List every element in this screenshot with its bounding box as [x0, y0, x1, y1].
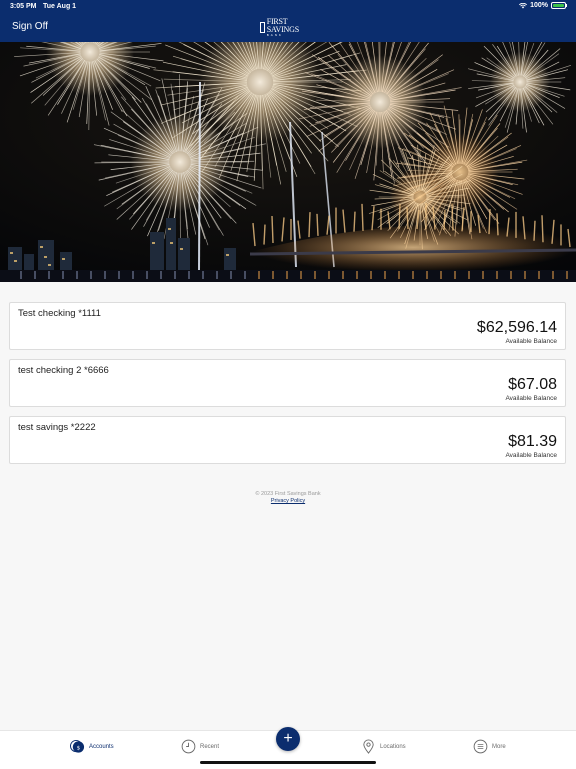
- available-balance-label: Available Balance: [505, 452, 557, 459]
- bank-logo: FIRST SAVINGS BANK: [260, 20, 316, 34]
- status-date: Tue Aug 1: [43, 3, 76, 10]
- tab-more[interactable]: More: [473, 739, 506, 754]
- battery-icon: [551, 2, 566, 9]
- tab-accounts[interactable]: $ Accounts: [70, 739, 114, 754]
- account-card[interactable]: Test checking *1111 $62,596.14 Available…: [9, 302, 566, 350]
- account-name: Test checking *1111: [18, 308, 101, 319]
- account-balance: $81.39: [508, 433, 557, 451]
- tab-label: Accounts: [89, 744, 114, 750]
- privacy-policy-row: Privacy Policy: [0, 498, 576, 504]
- account-balance: $67.08: [508, 376, 557, 394]
- status-time: 3:05 PM: [10, 3, 36, 10]
- top-bar: 3:05 PM Tue Aug 1 100% Sign Off FIRST SA…: [0, 0, 576, 42]
- tab-label: Locations: [380, 744, 406, 750]
- wifi-icon: [519, 3, 527, 9]
- account-name: test checking 2 *6666: [18, 365, 109, 376]
- logo-text: FIRST SAVINGS: [267, 18, 316, 34]
- tab-label: More: [492, 744, 506, 750]
- clock-icon: [181, 739, 196, 754]
- tab-recent[interactable]: Recent: [181, 739, 219, 754]
- bottom-tab-bar: $ Accounts Recent + Locations More: [0, 730, 576, 769]
- account-name: test savings *2222: [18, 422, 96, 433]
- account-balance: $62,596.14: [477, 319, 557, 337]
- accounts-icon: $: [70, 739, 85, 754]
- add-button[interactable]: +: [276, 727, 300, 751]
- home-indicator: [200, 761, 376, 764]
- account-card[interactable]: test checking 2 *6666 $67.08 Available B…: [9, 359, 566, 407]
- logo-mark-icon: [260, 22, 265, 33]
- logo-subtext: BANK: [267, 34, 316, 37]
- svg-text:$: $: [77, 745, 81, 751]
- battery-percent: 100%: [530, 2, 548, 9]
- hero-fireworks-image: [0, 42, 576, 282]
- available-balance-label: Available Balance: [505, 395, 557, 402]
- tab-locations[interactable]: Locations: [361, 739, 406, 754]
- available-balance-label: Available Balance: [505, 338, 557, 345]
- privacy-policy-link[interactable]: Privacy Policy: [271, 498, 305, 504]
- location-pin-icon: [361, 739, 376, 754]
- menu-icon: [473, 739, 488, 754]
- status-indicators: 100%: [519, 2, 566, 9]
- account-card[interactable]: test savings *2222 $81.39 Available Bala…: [9, 416, 566, 464]
- tab-label: Recent: [200, 744, 219, 750]
- sign-off-button[interactable]: Sign Off: [12, 21, 48, 32]
- copyright-text: © 2023 First Savings Bank: [0, 491, 576, 497]
